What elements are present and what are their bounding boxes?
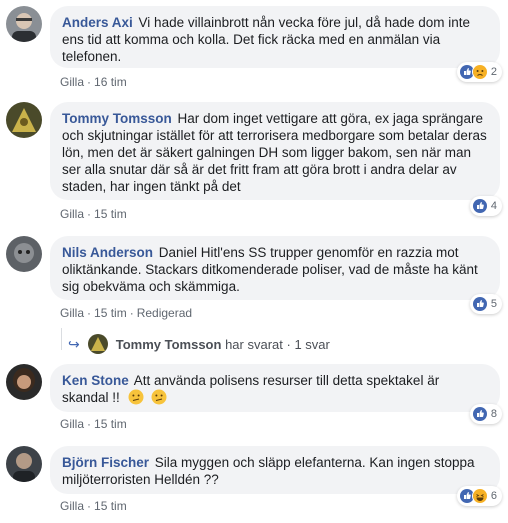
timestamp[interactable]: 15 tim xyxy=(94,306,127,320)
comment-author[interactable]: Nils Anderson xyxy=(62,245,153,260)
separator: · xyxy=(129,306,134,320)
view-replies-link[interactable]: ↪ Tommy Tomsson har svarat · 1 svar xyxy=(68,332,330,356)
reactions-badge[interactable]: 2 xyxy=(456,62,502,82)
like-icon xyxy=(471,296,488,312)
separator: · xyxy=(87,499,92,513)
comment-meta: Gilla · 15 tim · Redigerad xyxy=(60,306,192,320)
reaction-count: 5 xyxy=(490,298,497,310)
comment-meta: Gilla · 15 tim xyxy=(60,417,127,431)
reply-avatar xyxy=(87,334,108,354)
comment-meta: Gilla · 16 tim xyxy=(60,75,127,89)
separator: · xyxy=(87,207,92,221)
comment-author[interactable]: Anders Axi xyxy=(62,15,133,30)
reaction-count: 6 xyxy=(490,490,497,502)
comment-bubble: Tommy Tomsson Har dom inget vettigare at… xyxy=(50,102,500,200)
comment-bubble: Björn Fischer Sila myggen och släpp elef… xyxy=(50,446,500,494)
separator: · xyxy=(286,336,291,352)
like-link[interactable]: Gilla xyxy=(60,75,84,89)
like-link[interactable]: Gilla xyxy=(60,207,84,221)
like-icon xyxy=(471,198,488,214)
reply-count: 1 svar xyxy=(294,336,330,352)
comment-bubble: Anders Axi Vi hade villainbrott nån veck… xyxy=(50,6,500,68)
timestamp[interactable]: 16 tim xyxy=(94,75,127,89)
sad-icon xyxy=(471,64,488,80)
comment-author[interactable]: Tommy Tomsson xyxy=(62,111,172,126)
reaction-count: 8 xyxy=(490,408,497,420)
separator: · xyxy=(87,417,92,431)
haha-icon xyxy=(471,488,488,504)
reply-summary: Tommy Tomsson har svarat · 1 svar xyxy=(116,337,330,352)
reactions-badge[interactable]: 4 xyxy=(469,196,502,216)
avatar[interactable] xyxy=(6,6,42,42)
confused-emoji-icon xyxy=(151,389,167,405)
reaction-count: 4 xyxy=(490,200,497,212)
like-icon xyxy=(471,406,488,422)
timestamp[interactable]: 15 tim xyxy=(94,417,127,431)
comment-meta: Gilla · 15 tim xyxy=(60,207,127,221)
comment-bubble: Nils Anderson Daniel Hitl'ens SS trupper… xyxy=(50,236,500,300)
like-link[interactable]: Gilla xyxy=(60,306,84,320)
comment-author[interactable]: Ken Stone xyxy=(62,373,129,388)
avatar[interactable] xyxy=(6,102,42,138)
comment-author[interactable]: Björn Fischer xyxy=(62,455,149,470)
reactions-badge[interactable]: 8 xyxy=(469,404,502,424)
comment-bubble: Ken Stone Att använda polisens resurser … xyxy=(50,364,500,412)
reaction-count: 2 xyxy=(490,66,497,78)
reply-action: har svarat xyxy=(225,336,283,352)
timestamp[interactable]: 15 tim xyxy=(94,499,127,513)
avatar[interactable] xyxy=(6,364,42,400)
separator: · xyxy=(87,306,92,320)
timestamp[interactable]: 15 tim xyxy=(94,207,127,221)
reactions-badge[interactable]: 5 xyxy=(469,294,502,314)
reactions-badge[interactable]: 6 xyxy=(456,486,502,506)
avatar[interactable] xyxy=(6,446,42,482)
like-link[interactable]: Gilla xyxy=(60,499,84,513)
comment-meta: Gilla · 15 tim xyxy=(60,499,127,513)
reply-author: Tommy Tomsson xyxy=(115,336,222,352)
separator: · xyxy=(87,75,92,89)
like-link[interactable]: Gilla xyxy=(60,417,84,431)
avatar[interactable] xyxy=(6,236,42,272)
reply-arrow-icon: ↪ xyxy=(68,335,80,352)
thread-line xyxy=(61,328,62,350)
edited-label[interactable]: Redigerad xyxy=(137,306,192,320)
confused-emoji-icon xyxy=(128,389,144,405)
